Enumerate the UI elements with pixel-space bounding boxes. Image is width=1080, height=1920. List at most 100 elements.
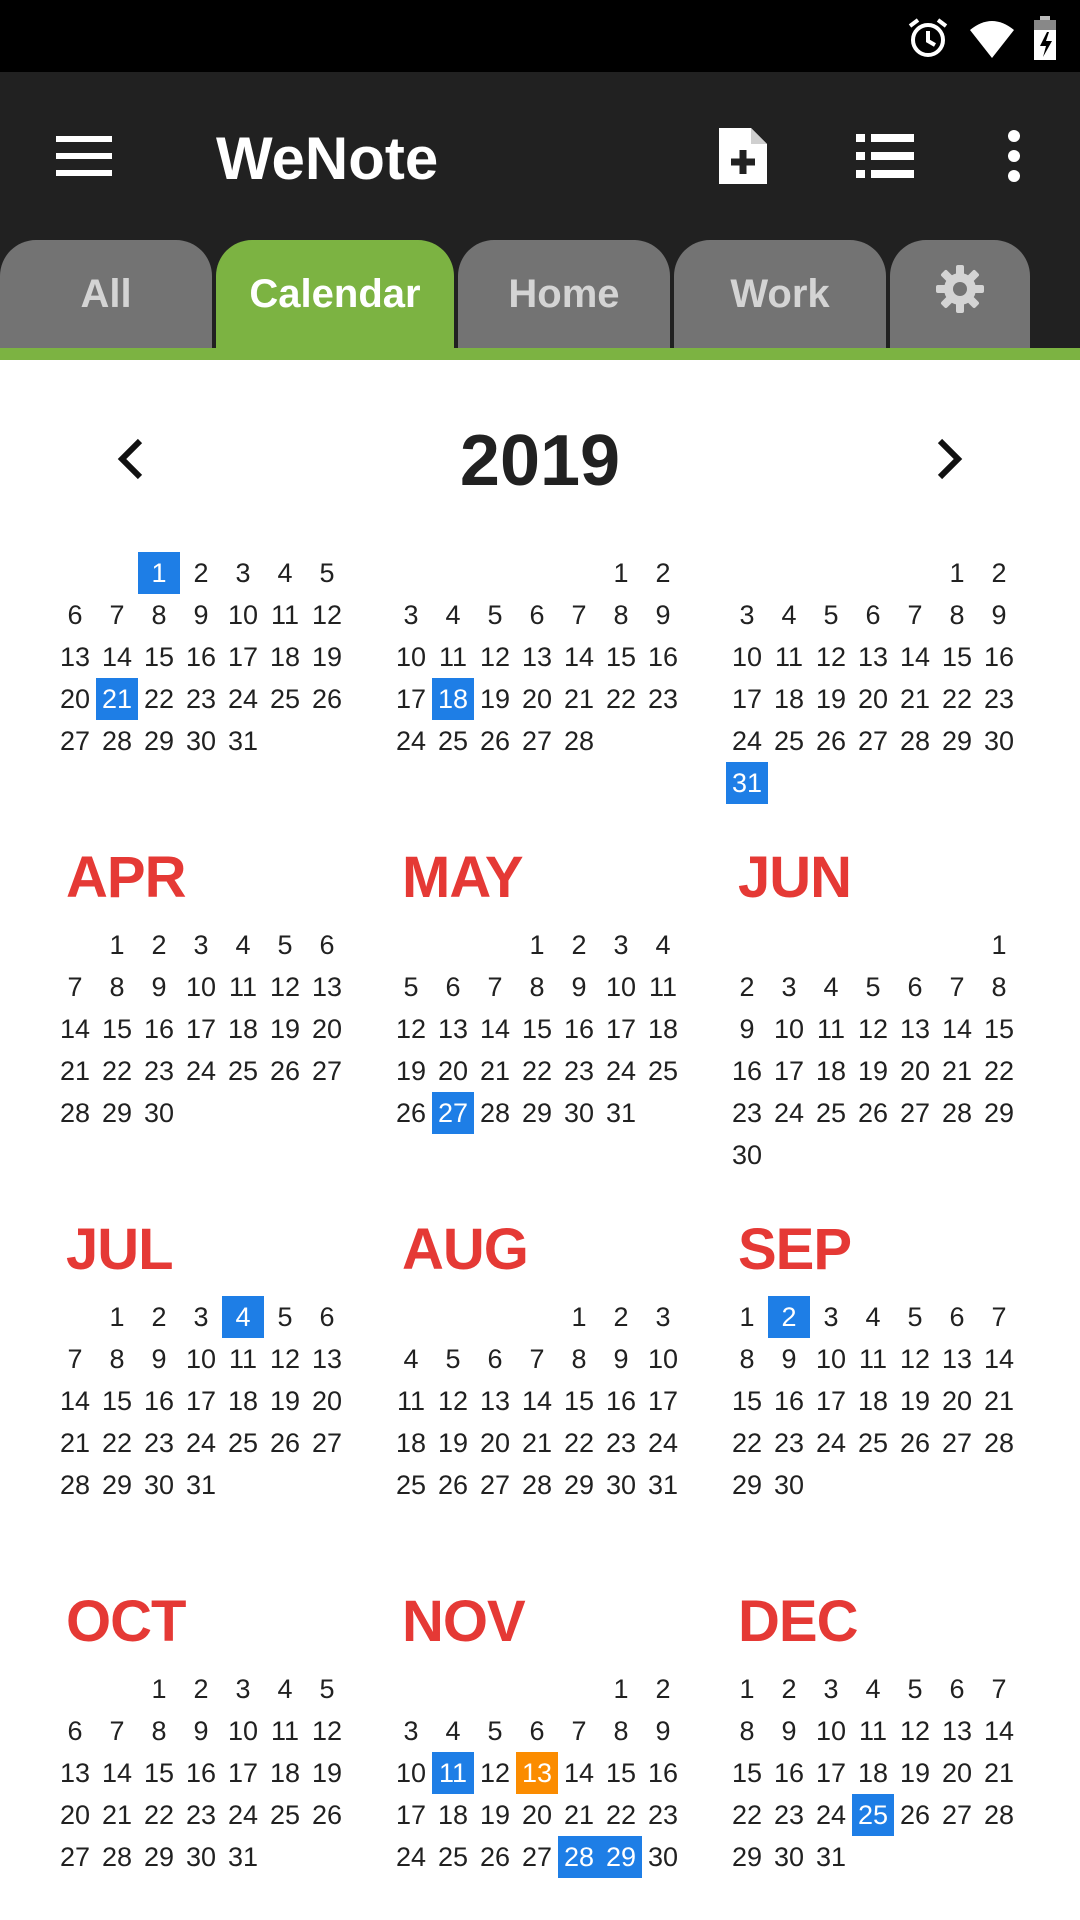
day-cell[interactable]: 25 [852,1794,894,1836]
day-cell[interactable]: 12 [264,1338,306,1380]
day-cell[interactable]: 18 [222,1380,264,1422]
day-cell[interactable]: 3 [222,552,264,594]
day-cell[interactable]: 9 [138,1338,180,1380]
day-cell[interactable]: 25 [264,678,306,720]
day-cell[interactable]: 24 [768,1092,810,1134]
menu-icon[interactable] [44,116,124,196]
day-cell[interactable]: 26 [894,1794,936,1836]
day-cell[interactable]: 15 [96,1380,138,1422]
day-cell[interactable]: 20 [54,678,96,720]
day-cell[interactable]: 8 [138,594,180,636]
day-cell[interactable]: 24 [642,1422,684,1464]
day-cell[interactable]: 1 [936,552,978,594]
day-cell[interactable]: 18 [390,1422,432,1464]
day-cell[interactable]: 14 [96,1752,138,1794]
day-cell[interactable]: 4 [768,594,810,636]
day-cell[interactable]: 22 [978,1050,1020,1092]
day-cell[interactable]: 4 [264,1668,306,1710]
day-cell[interactable]: 10 [642,1338,684,1380]
day-cell[interactable]: 29 [936,720,978,762]
day-cell[interactable]: 26 [432,1464,474,1506]
day-cell[interactable]: 9 [138,966,180,1008]
day-cell[interactable]: 6 [936,1296,978,1338]
day-cell[interactable]: 4 [642,924,684,966]
day-cell[interactable]: 17 [810,1752,852,1794]
day-cell[interactable]: 22 [96,1422,138,1464]
day-cell[interactable]: 14 [54,1008,96,1050]
day-cell[interactable]: 7 [978,1296,1020,1338]
day-cell[interactable]: 25 [222,1422,264,1464]
day-cell[interactable]: 29 [516,1092,558,1134]
day-cell[interactable]: 20 [516,678,558,720]
day-cell[interactable]: 25 [390,1464,432,1506]
day-cell[interactable]: 23 [138,1422,180,1464]
day-cell[interactable]: 18 [432,678,474,720]
day-cell[interactable]: 12 [306,1710,348,1752]
day-cell[interactable]: 13 [516,1752,558,1794]
day-cell[interactable]: 9 [768,1338,810,1380]
day-cell[interactable]: 1 [600,1668,642,1710]
day-cell[interactable]: 27 [936,1422,978,1464]
day-cell[interactable]: 9 [726,1008,768,1050]
day-cell[interactable]: 7 [936,966,978,1008]
day-cell[interactable]: 1 [726,1296,768,1338]
day-cell[interactable]: 23 [726,1092,768,1134]
day-cell[interactable]: 7 [894,594,936,636]
day-cell[interactable]: 30 [180,1836,222,1878]
day-cell[interactable]: 3 [642,1296,684,1338]
day-cell[interactable]: 19 [474,1794,516,1836]
day-cell[interactable]: 15 [600,1752,642,1794]
day-cell[interactable]: 5 [264,924,306,966]
day-cell[interactable]: 9 [600,1338,642,1380]
day-cell[interactable]: 21 [54,1422,96,1464]
day-cell[interactable]: 19 [894,1752,936,1794]
day-cell[interactable]: 11 [810,1008,852,1050]
day-cell[interactable]: 6 [306,1296,348,1338]
day-cell[interactable]: 17 [180,1380,222,1422]
day-cell[interactable]: 28 [54,1464,96,1506]
day-cell[interactable]: 27 [306,1422,348,1464]
day-cell[interactable]: 12 [474,1752,516,1794]
day-cell[interactable]: 7 [558,594,600,636]
day-cell[interactable]: 27 [852,720,894,762]
day-cell[interactable]: 20 [852,678,894,720]
day-cell[interactable]: 14 [96,636,138,678]
day-cell[interactable]: 8 [600,1710,642,1752]
day-cell[interactable]: 27 [54,720,96,762]
day-cell[interactable]: 8 [726,1710,768,1752]
day-cell[interactable]: 8 [96,1338,138,1380]
day-cell[interactable]: 20 [936,1380,978,1422]
day-cell[interactable]: 3 [180,924,222,966]
day-cell[interactable]: 30 [600,1464,642,1506]
day-cell[interactable]: 27 [474,1464,516,1506]
day-cell[interactable]: 23 [180,678,222,720]
day-cell[interactable]: 10 [810,1338,852,1380]
day-cell[interactable]: 22 [726,1794,768,1836]
day-cell[interactable]: 15 [138,1752,180,1794]
day-cell[interactable]: 16 [180,1752,222,1794]
day-cell[interactable]: 21 [558,1794,600,1836]
day-cell[interactable]: 21 [96,1794,138,1836]
day-cell[interactable]: 12 [894,1710,936,1752]
tab-settings[interactable] [890,240,1030,348]
day-cell[interactable]: 21 [894,678,936,720]
day-cell[interactable]: 4 [432,594,474,636]
day-cell[interactable]: 28 [978,1422,1020,1464]
day-cell[interactable]: 16 [642,636,684,678]
day-cell[interactable]: 5 [474,594,516,636]
day-cell[interactable]: 9 [180,1710,222,1752]
day-cell[interactable]: 5 [810,594,852,636]
day-cell[interactable]: 20 [474,1422,516,1464]
day-cell[interactable]: 3 [180,1296,222,1338]
day-cell[interactable]: 23 [180,1794,222,1836]
day-cell[interactable]: 28 [558,720,600,762]
day-cell[interactable]: 30 [558,1092,600,1134]
day-cell[interactable]: 1 [96,924,138,966]
day-cell[interactable]: 5 [894,1668,936,1710]
day-cell[interactable]: 13 [54,636,96,678]
day-cell[interactable]: 10 [810,1710,852,1752]
day-cell[interactable]: 6 [852,594,894,636]
day-cell[interactable]: 13 [516,636,558,678]
day-cell[interactable]: 20 [432,1050,474,1092]
day-cell[interactable]: 12 [264,966,306,1008]
